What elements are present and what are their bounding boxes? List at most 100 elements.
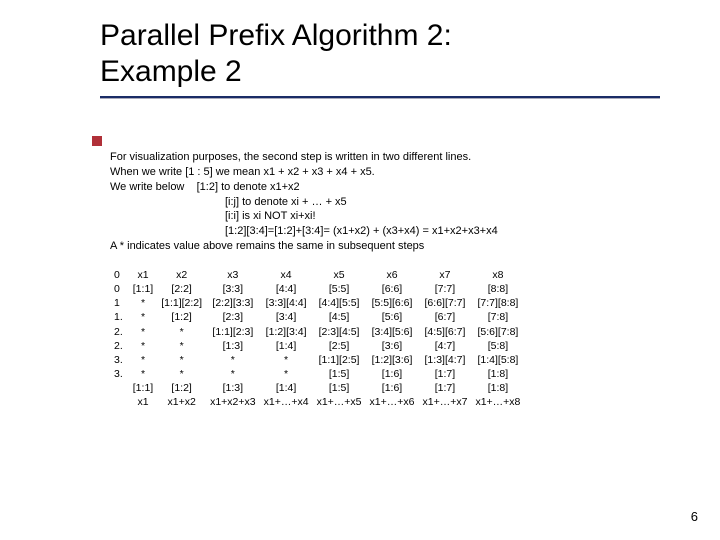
- cell: [1:3]: [206, 381, 260, 395]
- cell: *: [129, 325, 157, 339]
- cell: [1:6]: [366, 381, 419, 395]
- title-block: Parallel Prefix Algorithm 2: Example 2: [100, 18, 660, 99]
- cell: [1:1][2:5]: [313, 353, 366, 367]
- cell: x1: [129, 268, 157, 282]
- notation-line: [1:2][3:4]=[1:2]+[3:4]= (x1+x2) + (x3+x4…: [110, 224, 690, 239]
- cell: [1:5]: [313, 367, 366, 381]
- row-label: 1.: [110, 310, 129, 324]
- row-label: 2.: [110, 339, 129, 353]
- cell: [3:3][4:4]: [260, 296, 313, 310]
- cell: [1:8]: [471, 381, 524, 395]
- cell: [1:7]: [418, 367, 471, 381]
- title-line-2: Example 2: [100, 55, 242, 88]
- title-line-1: Parallel Prefix Algorithm 2:: [100, 19, 452, 52]
- notation-line: We write below [1:2] to denote x1+x2: [110, 180, 690, 195]
- cell: x3: [206, 268, 260, 282]
- cell: x1+…+x4: [260, 395, 313, 409]
- cell: *: [157, 339, 206, 353]
- table-row: 2.**[1:1][2:3][1:2][3:4][2:3][4:5][3:4][…: [110, 325, 524, 339]
- row-label: [110, 395, 129, 409]
- cell: *: [206, 353, 260, 367]
- cell: *: [129, 296, 157, 310]
- cell: *: [260, 367, 313, 381]
- cell: *: [206, 367, 260, 381]
- cell: [6:6][7:7]: [418, 296, 471, 310]
- cell: [6:6]: [366, 282, 419, 296]
- table-row: 1.*[1:2][2:3][3:4][4:5][5:6][6:7][7:8]: [110, 310, 524, 324]
- cell: *: [157, 367, 206, 381]
- row-label: 1: [110, 296, 129, 310]
- cell: [3:4]: [260, 310, 313, 324]
- cell: [3:3]: [206, 282, 260, 296]
- row-label: 3.: [110, 367, 129, 381]
- cell: [7:8]: [471, 310, 524, 324]
- slide: Parallel Prefix Algorithm 2: Example 2 F…: [0, 0, 720, 540]
- cell: [4:7]: [418, 339, 471, 353]
- cell: [5:5][6:6]: [366, 296, 419, 310]
- row-label: 3.: [110, 353, 129, 367]
- cell: [1:2][3:6]: [366, 353, 419, 367]
- notation-line: A * indicates value above remains the sa…: [110, 239, 690, 254]
- row-label: [110, 381, 129, 395]
- cell: *: [129, 310, 157, 324]
- table-row: 3.****[1:1][2:5][1:2][3:6][1:3][4:7][1:4…: [110, 353, 524, 367]
- cell: x4: [260, 268, 313, 282]
- table-row: 3.****[1:5][1:6][1:7][1:8]: [110, 367, 524, 381]
- row-label: 0: [110, 268, 129, 282]
- cell: x1+x2+x3: [206, 395, 260, 409]
- cell: [3:4][5:6]: [366, 325, 419, 339]
- cell: x8: [471, 268, 524, 282]
- notation-def: [1:2] to denote x1+x2: [197, 181, 300, 193]
- cell: [3:6]: [366, 339, 419, 353]
- cell: [7:7]: [418, 282, 471, 296]
- cell: [1:1]: [129, 282, 157, 296]
- cell: [8:8]: [471, 282, 524, 296]
- cell: [7:7][8:8]: [471, 296, 524, 310]
- table-row: 2.**[1:3][1:4][2:5][3:6][4:7][5:8]: [110, 339, 524, 353]
- cell: *: [157, 353, 206, 367]
- cell: *: [157, 325, 206, 339]
- body-content: For visualization purposes, the second s…: [110, 150, 690, 410]
- cell: [4:5]: [313, 310, 366, 324]
- cell: [1:3][4:7]: [418, 353, 471, 367]
- cell: [1:4]: [260, 339, 313, 353]
- table-row: 1*[1:1][2:2][2:2][3:3][3:3][4:4][4:4][5:…: [110, 296, 524, 310]
- cell: x2: [157, 268, 206, 282]
- cell: *: [129, 353, 157, 367]
- cell: [4:5][6:7]: [418, 325, 471, 339]
- row-label: 0: [110, 282, 129, 296]
- cell: [5:6]: [366, 310, 419, 324]
- cell: [1:2]: [157, 381, 206, 395]
- cell: [1:4]: [260, 381, 313, 395]
- cell: [5:6][7:8]: [471, 325, 524, 339]
- cell: [4:4][5:5]: [313, 296, 366, 310]
- cell: *: [260, 353, 313, 367]
- slide-title: Parallel Prefix Algorithm 2: Example 2: [100, 18, 660, 90]
- cell: x6: [366, 268, 419, 282]
- notation-line: [i:i] is xi NOT xi+xi!: [110, 209, 690, 224]
- page-number: 6: [691, 509, 698, 524]
- notation-line: [i:j] to denote xi + … + x5: [110, 195, 690, 210]
- cell: [1:2]: [157, 310, 206, 324]
- title-underline: [100, 96, 660, 99]
- cell: [1:3]: [206, 339, 260, 353]
- algorithm-table-body: 0x1x2x3x4x5x6x7x8 0[1:1][2:2][3:3][4:4][…: [110, 268, 524, 410]
- cell: x1+…+x5: [313, 395, 366, 409]
- cell: [1:4][5:8]: [471, 353, 524, 367]
- table-row: [1:1][1:2][1:3][1:4][1:5][1:6][1:7][1:8]: [110, 381, 524, 395]
- cell: [6:7]: [418, 310, 471, 324]
- cell: x1+…+x7: [418, 395, 471, 409]
- notation-block: For visualization purposes, the second s…: [110, 150, 690, 254]
- cell: x5: [313, 268, 366, 282]
- bullet-accent: [92, 136, 102, 146]
- cell: [1:1][2:3]: [206, 325, 260, 339]
- cell: [5:8]: [471, 339, 524, 353]
- cell: [2:3][4:5]: [313, 325, 366, 339]
- cell: [5:5]: [313, 282, 366, 296]
- cell: [1:8]: [471, 367, 524, 381]
- table-row: 0x1x2x3x4x5x6x7x8: [110, 268, 524, 282]
- notation-line: For visualization purposes, the second s…: [110, 150, 690, 165]
- cell: [1:1]: [129, 381, 157, 395]
- cell: [4:4]: [260, 282, 313, 296]
- cell: [1:7]: [418, 381, 471, 395]
